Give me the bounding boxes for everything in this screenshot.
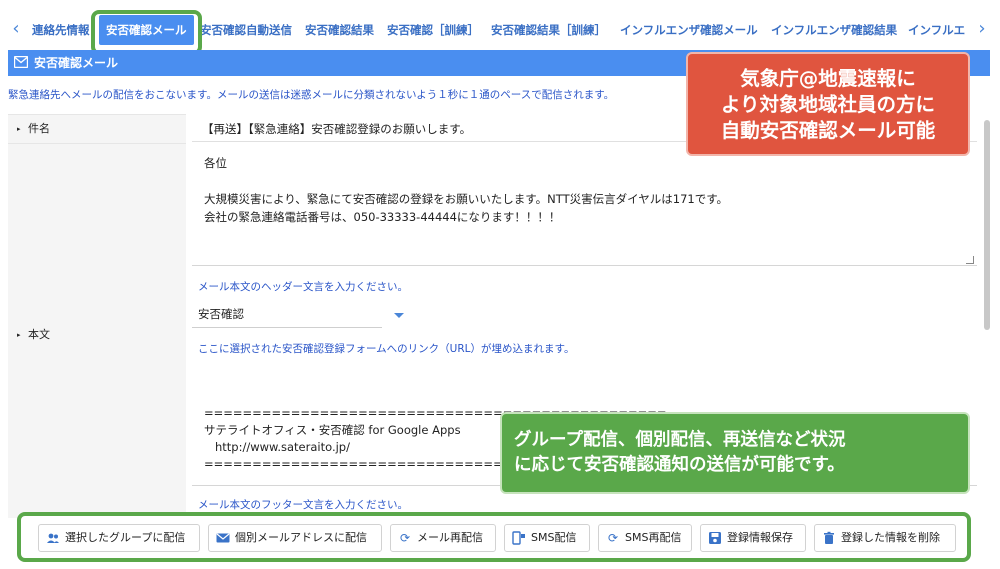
section-title: 安否確認メール [34,56,119,70]
tab-safety-results[interactable]: 安否確認結果 [305,21,374,39]
callout-delivery-text: グループ配信、個別配信、再送信など状況 に応じて安否確認通知の送信が可能です。 [514,430,846,475]
tab-safety-drill-results[interactable]: 安否確認結果［訓練］ [491,21,606,39]
send-to-address-label: 個別メールアドレスに配信 [235,531,367,544]
delete-info-label: 登録した情報を削除 [841,531,940,544]
mail-check-icon [14,56,28,68]
send-to-group-label: 選択したグループに配信 [65,531,186,544]
header-hint: メール本文のヘッダー文言を入力ください。 [198,281,408,293]
callout-earthquake-text: 気象庁@地震速報に より対象地域社員の方に 自動安否確認メール可能 [720,67,936,142]
delete-info-button[interactable]: 登録した情報を削除 [814,524,956,552]
callout-earthquake: 気象庁@地震速報に より対象地域社員の方に 自動安否確認メール可能 [686,52,970,156]
tab-safety-auto-send[interactable]: 安否確認自動送信 [200,21,292,39]
resend-sms-label: SMS再配信 [625,531,682,544]
expand-triangle-icon: ▸ [17,331,21,339]
send-to-group-button[interactable]: 選択したグループに配信 [38,524,200,552]
trash-icon [822,531,836,545]
refresh-icon: ⟳ [399,531,411,545]
save-info-label: 登録情報保存 [727,531,793,544]
expand-triangle-icon: ▸ [17,125,21,133]
tabs-prev-arrow[interactable]: ‹ [8,18,24,40]
tab-safety-drill[interactable]: 安否確認［訓練］ [387,21,479,39]
resend-mail-button[interactable]: ⟳ メール再配信 [390,524,496,552]
tab-influenza-mail[interactable]: インフルエンザ確認メール [620,21,758,39]
form-label-column [8,114,186,518]
group-icon [46,531,60,545]
body-textarea[interactable]: 各位 大規模災害により、緊急にて安否確認の登録をお願いいたします。NTT災害伝言… [192,146,977,266]
subject-label: 件名 [28,122,50,135]
active-tab-highlight [91,10,202,55]
body-label-cell: ▸ 本文 [8,320,186,350]
tab-influenza-more[interactable]: インフルエ [908,21,970,39]
subject-label-cell: ▸ 件名 [8,114,186,144]
chevron-down-icon[interactable] [394,313,404,318]
send-sms-label: SMS配信 [531,531,577,544]
tab-influenza-results[interactable]: インフルエンザ確認結果 [771,21,897,39]
callout-delivery: グループ配信、個別配信、再送信など状況 に応じて安否確認通知の送信が可能です。 [500,412,970,494]
link-hint: ここに選択された安否確認登録フォームへのリンク（URL）が埋め込まれます。 [198,343,575,355]
tabs-next-arrow[interactable]: › [974,18,990,40]
save-info-button[interactable]: 登録情報保存 [700,524,806,552]
send-to-address-button[interactable]: 個別メールアドレスに配信 [208,524,382,552]
resend-mail-label: メール再配信 [417,531,483,544]
refresh-icon: ⟳ [607,531,619,545]
body-label: 本文 [28,328,50,341]
footer-hint: メール本文のフッター文言を入力ください。 [198,499,408,511]
tab-bar: ‹ 連絡先情報 安否確認メール 安否確認自動送信 安否確認結果 安否確認［訓練］… [0,0,1000,55]
send-notice: 緊急連絡先へメールの配信をおこないます。メールの送信は迷惑メールに分類されないよ… [8,89,615,101]
resize-grip-icon[interactable] [966,256,974,264]
save-icon [708,531,722,545]
resend-sms-button[interactable]: ⟳ SMS再配信 [598,524,692,552]
send-sms-button[interactable]: SMS配信 [504,524,590,552]
form-select[interactable]: 安否確認 [192,302,382,328]
mail-icon [216,531,230,545]
phone-icon [512,531,526,545]
tab-contact-info[interactable]: 連絡先情報 [32,21,90,39]
page-scrollbar[interactable] [984,120,990,330]
